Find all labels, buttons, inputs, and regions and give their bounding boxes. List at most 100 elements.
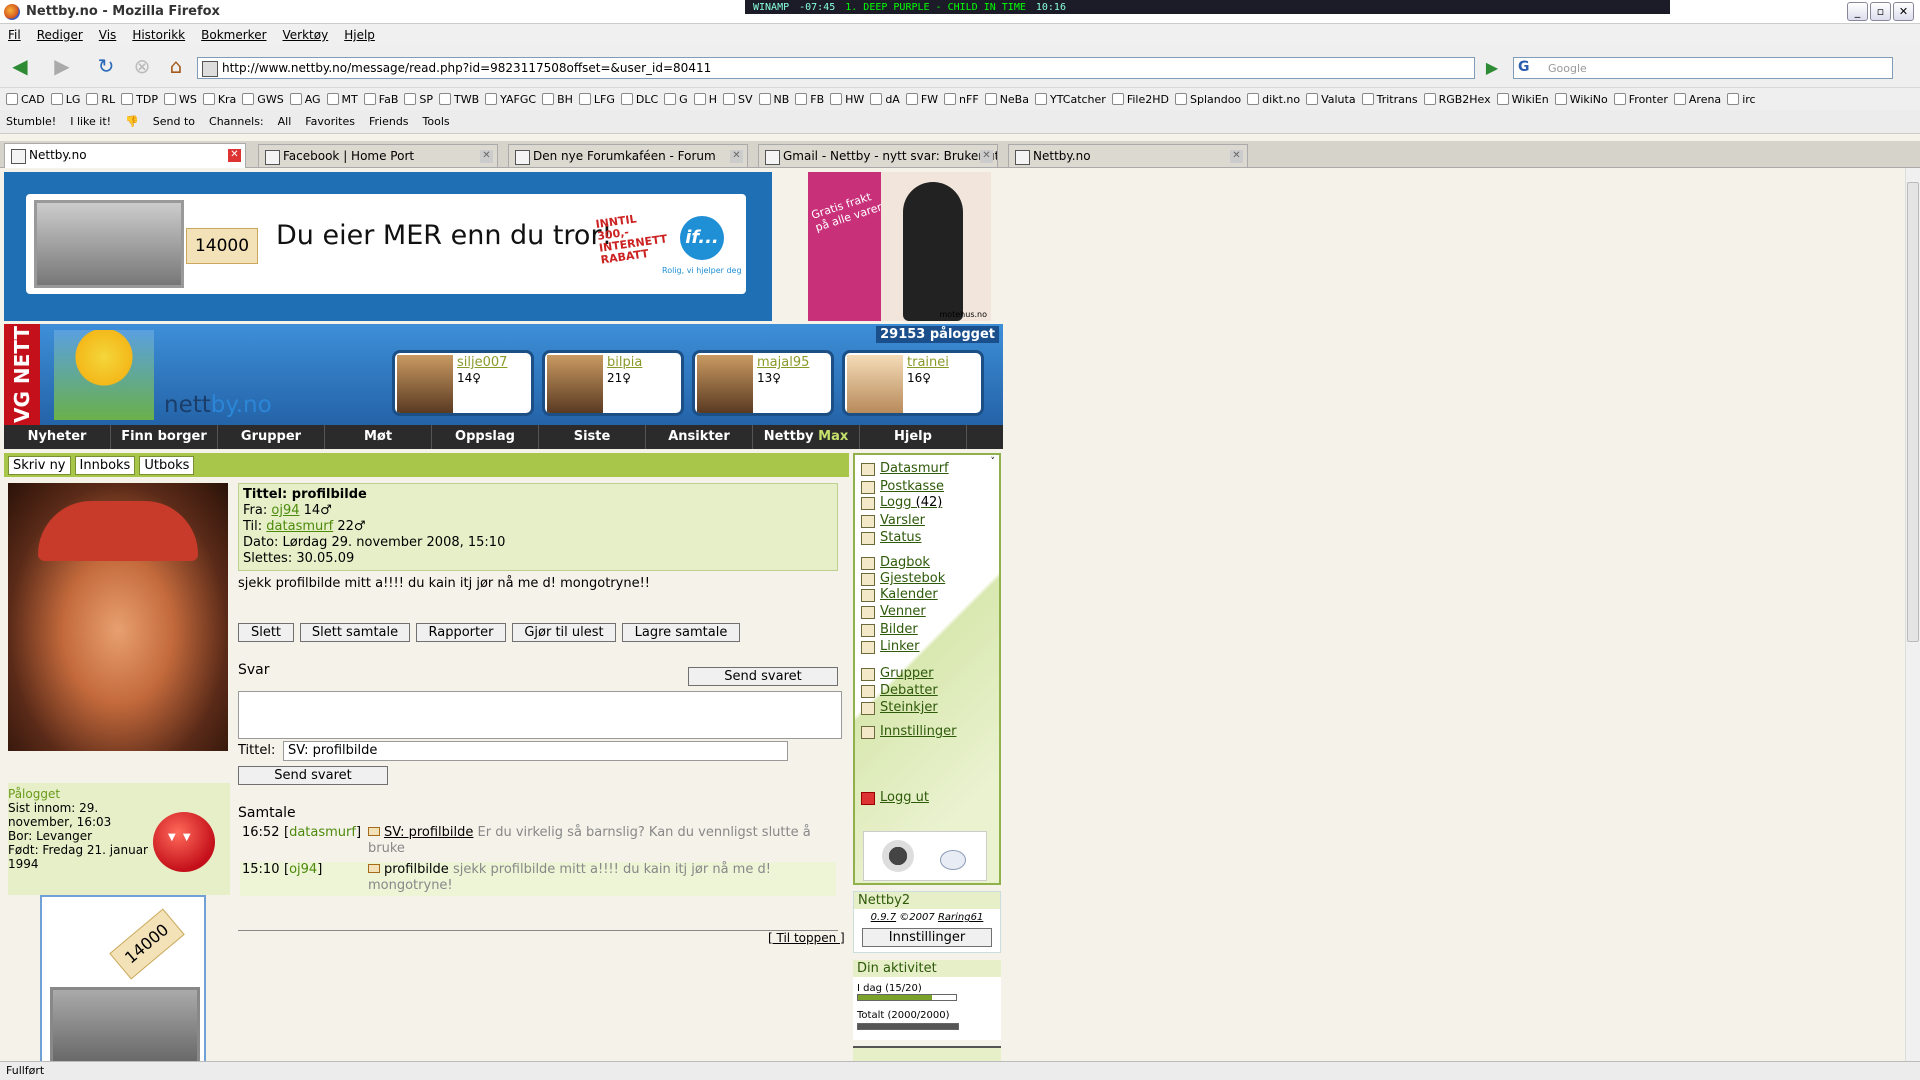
send-reply-button[interactable]: Send svaret — [238, 766, 388, 785]
sidebar-item-dagbok[interactable]: Dagbok — [861, 555, 930, 570]
bookmark-item[interactable]: FaB — [363, 93, 398, 106]
vertical-scrollbar[interactable] — [1905, 168, 1920, 1061]
maximize-button[interactable]: ▫ — [1870, 2, 1891, 21]
bookmark-item[interactable]: HW — [830, 93, 864, 106]
bookmark-item[interactable]: RGB2Hex — [1423, 93, 1491, 106]
bookmark-item[interactable]: dikt.no — [1247, 93, 1300, 106]
bookmark-item[interactable]: irc — [1727, 93, 1756, 106]
sidebar-item-grupper[interactable]: Grupper — [861, 666, 934, 681]
bookmark-item[interactable]: SV — [722, 93, 753, 106]
bookmark-item[interactable]: Kra — [202, 93, 236, 106]
outbox-button[interactable]: Utboks — [139, 456, 195, 475]
author-link[interactable]: Raring61 — [938, 912, 983, 923]
nav-hjelp[interactable]: Hjelp — [860, 425, 967, 449]
conv-user-link[interactable]: datasmurf — [289, 825, 356, 840]
bookmark-item[interactable]: WikiNo — [1554, 93, 1608, 106]
bookmark-item[interactable]: LFG — [578, 93, 615, 106]
bookmark-item[interactable]: CAD — [6, 93, 45, 106]
user-card[interactable]: bilpia 21♀ — [542, 350, 684, 416]
sidebar-item-kalender[interactable]: Kalender — [861, 587, 938, 602]
bookmark-item[interactable]: G — [664, 93, 688, 106]
reply-title-input[interactable]: SV: profilbilde — [283, 741, 788, 761]
bookmark-item[interactable]: TDP — [121, 93, 158, 106]
inbox-button[interactable]: Innboks — [74, 456, 136, 475]
reload-icon[interactable]: ↻ — [92, 52, 120, 80]
send-to-button[interactable]: Send to — [153, 115, 195, 128]
bookmark-item[interactable]: AG — [289, 93, 321, 106]
sidebar-item-linker[interactable]: Linker — [861, 639, 920, 654]
bookmark-item[interactable]: DLC — [620, 93, 658, 106]
nettby2-settings-button[interactable]: Innstillinger — [862, 928, 992, 947]
all-dropdown[interactable]: All — [278, 115, 292, 128]
bookmark-item[interactable]: RL — [86, 93, 115, 106]
profile-photo[interactable] — [8, 483, 228, 751]
mark-unread-button[interactable]: Gjør til ulest — [512, 623, 616, 642]
small-ad[interactable]: 14000 — [40, 895, 206, 1061]
user-card[interactable]: majal95 13♀ — [692, 350, 834, 416]
bookmark-item[interactable]: GWS — [242, 93, 284, 106]
bookmark-item[interactable]: FW — [905, 93, 938, 106]
bookmark-item[interactable]: WS — [163, 93, 197, 106]
delete-button[interactable]: Slett — [238, 623, 294, 642]
back-icon[interactable]: ◀ — [6, 52, 34, 80]
user-card[interactable]: silje007 14♀ — [392, 350, 534, 416]
sidebar-item-innstillinger[interactable]: Innstillinger — [861, 724, 956, 739]
tab-gmail[interactable]: Gmail - Nettby - nytt svar: Bruker ute..… — [758, 144, 998, 167]
tab-close-icon[interactable]: ✕ — [1230, 150, 1243, 163]
vg-logo[interactable]: VG NETT — [4, 324, 40, 425]
bookmark-item[interactable]: MT — [326, 93, 358, 106]
sidebar-item-status[interactable]: Status — [861, 530, 921, 545]
search-input[interactable]: Google — [1513, 57, 1893, 79]
nettby-logo[interactable]: nettby.no — [164, 392, 272, 418]
user-name[interactable]: silje007 — [457, 355, 507, 370]
bookmark-item[interactable]: WikiEn — [1496, 93, 1549, 106]
winamp-bar[interactable]: WINAMP -07:45 1. DEEP PURPLE - CHILD IN … — [745, 0, 1670, 14]
minimize-button[interactable]: _ — [1847, 2, 1868, 21]
chevron-down-icon[interactable]: ˅ — [991, 457, 996, 467]
close-button[interactable]: ✕ — [1893, 2, 1914, 21]
bookmark-item[interactable]: H — [693, 93, 717, 106]
write-new-button[interactable]: Skriv ny — [8, 456, 71, 475]
logout-link[interactable]: Logg ut — [861, 790, 929, 805]
sidebar-item-steinkjer[interactable]: Steinkjer — [861, 700, 938, 715]
send-reply-top-button[interactable]: Send svaret — [688, 667, 838, 686]
nav-mot[interactable]: Møt — [325, 425, 432, 449]
sheep-icon[interactable] — [882, 840, 914, 872]
sidebar-item-varsler[interactable]: Varsler — [861, 513, 925, 528]
side-ad[interactable]: Gratis frakt på alle varer motehus.no — [808, 172, 991, 321]
bookmark-item[interactable]: Arena — [1673, 93, 1721, 106]
speech-bubble-icon[interactable] — [940, 850, 966, 870]
friends-button[interactable]: Friends — [369, 115, 409, 128]
from-user-link[interactable]: oj94 — [271, 503, 299, 518]
menu-hjelp[interactable]: Hjelp — [344, 28, 375, 42]
menu-vis[interactable]: Vis — [99, 28, 117, 42]
bookmark-item[interactable]: Fronter — [1613, 93, 1668, 106]
tab-close-icon[interactable]: ✕ — [228, 149, 241, 162]
bookmark-item[interactable]: BH — [542, 93, 573, 106]
save-conversation-button[interactable]: Lagre samtale — [622, 623, 740, 642]
nav-oppslag[interactable]: Oppslag — [432, 425, 539, 449]
stumble-button[interactable]: Stumble! — [6, 115, 56, 128]
nav-nettby-max[interactable]: Nettby Max — [753, 425, 860, 449]
conv-user-link[interactable]: oj94 — [289, 862, 317, 877]
bookmark-item[interactable]: TWB — [439, 93, 479, 106]
tools-dropdown[interactable]: Tools — [423, 115, 450, 128]
go-icon[interactable]: ▶ — [1480, 56, 1504, 80]
menu-verktoy[interactable]: Verktøy — [283, 28, 329, 42]
sidebar-item-postkasse[interactable]: Postkasse — [861, 479, 944, 494]
scrollbar-thumb[interactable] — [1907, 182, 1919, 642]
like-button[interactable]: I like it! — [70, 115, 111, 128]
bookmark-item[interactable]: YAFGC — [485, 93, 536, 106]
user-name[interactable]: trainei — [907, 355, 949, 370]
bookmark-item[interactable]: SP — [404, 93, 433, 106]
sidebar-item-logg[interactable]: Logg (42) — [861, 495, 942, 510]
sidebar-item-gjestebok[interactable]: Gjestebok — [861, 571, 945, 586]
banner-ad[interactable]: 14000 Du eier MER enn du tror! INNTIL 30… — [4, 172, 772, 321]
delete-conversation-button[interactable]: Slett samtale — [300, 623, 410, 642]
tab-forum[interactable]: Den nye Forumkaféen - Forum ✕ — [508, 144, 748, 167]
tab-nettby-2[interactable]: Nettby.no ✕ — [1008, 144, 1248, 167]
tab-close-icon[interactable]: ✕ — [730, 150, 743, 163]
report-button[interactable]: Rapporter — [416, 623, 506, 642]
stop-icon[interactable]: ⊗ — [128, 52, 156, 80]
nav-siste[interactable]: Siste — [539, 425, 646, 449]
